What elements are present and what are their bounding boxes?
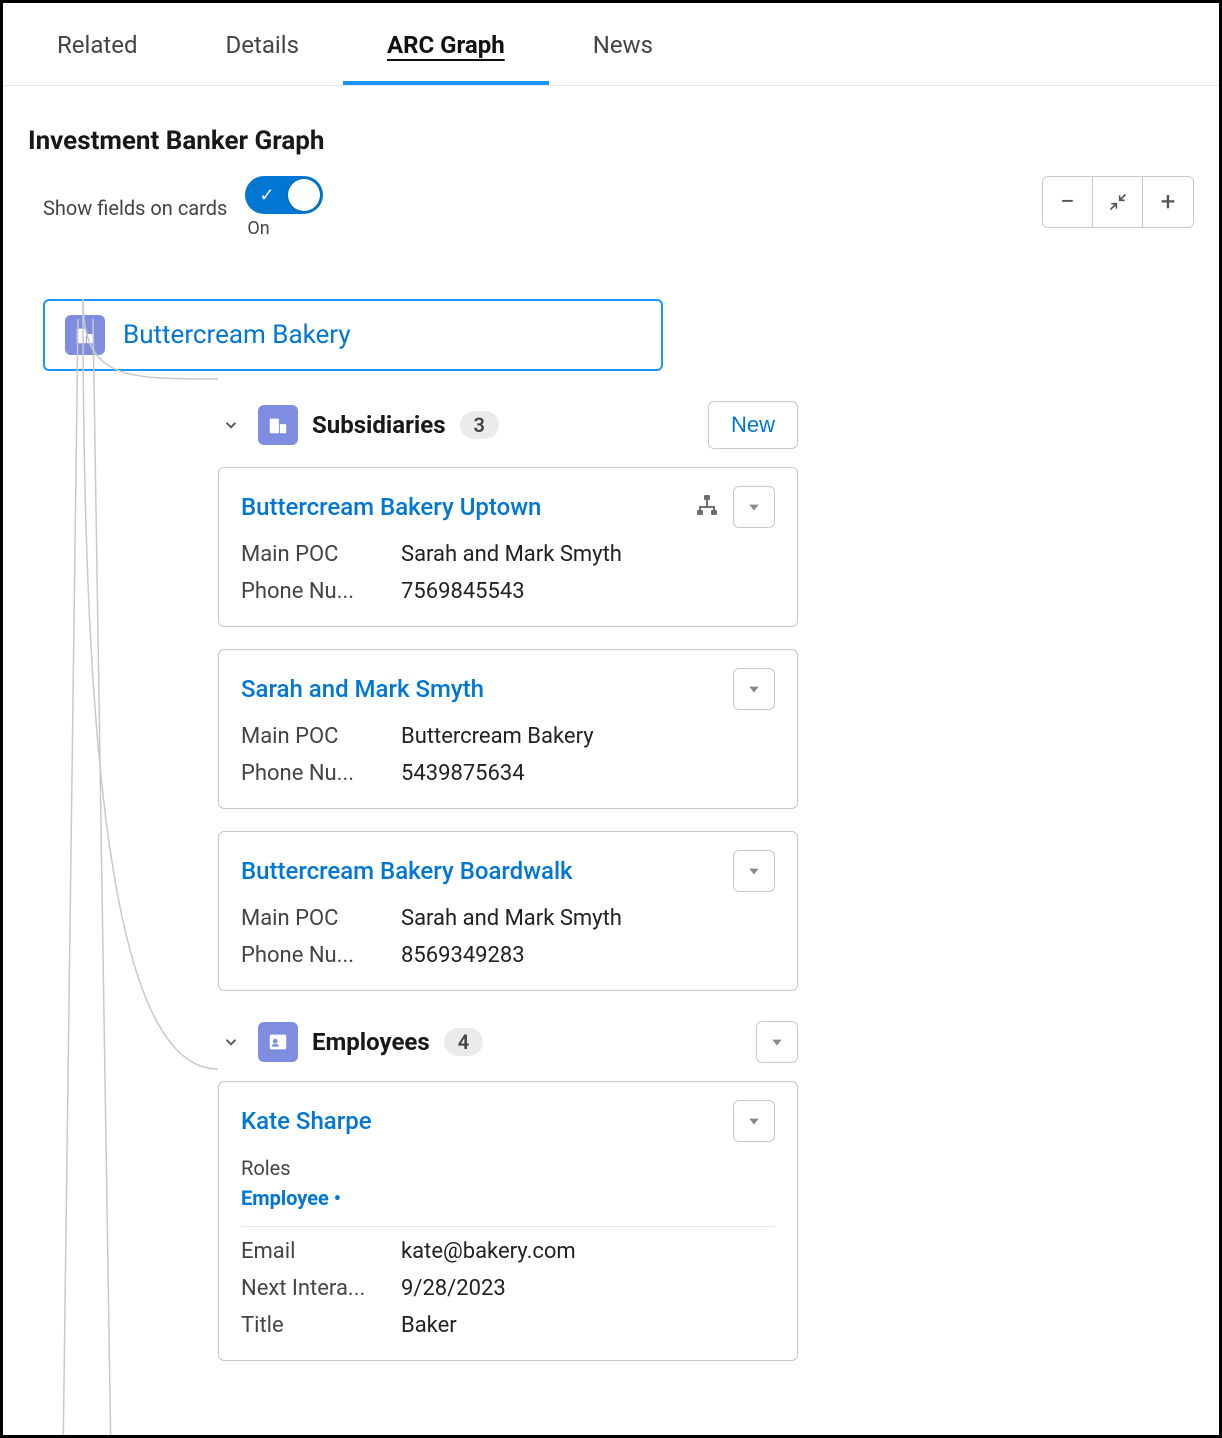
field-value: kate@bakery.com: [401, 1239, 775, 1264]
field-value: Sarah and Mark Smyth: [401, 906, 775, 931]
field-label: Main POC: [241, 724, 401, 749]
field-label: Next Intera...: [241, 1276, 401, 1301]
tab-arc-graph[interactable]: ARC Graph: [343, 3, 549, 85]
employees-count: 4: [444, 1028, 483, 1056]
field-value: 8569349283: [401, 943, 775, 968]
zoom-in-button[interactable]: +: [1143, 177, 1193, 227]
field-label: Main POC: [241, 906, 401, 931]
chevron-down-icon[interactable]: [218, 412, 244, 438]
card-title-link[interactable]: Sarah and Mark Smyth: [241, 675, 484, 703]
new-subsidiary-button[interactable]: New: [708, 401, 798, 449]
card-menu-button[interactable]: [733, 486, 775, 528]
field-value: Baker: [401, 1313, 775, 1338]
employees-label: Employees: [312, 1028, 430, 1056]
card-title-link[interactable]: Buttercream Bakery Boardwalk: [241, 857, 573, 885]
field-value: Sarah and Mark Smyth: [401, 542, 775, 567]
check-icon: ✓: [259, 185, 274, 206]
toggle-knob: [288, 179, 320, 211]
zoom-out-button[interactable]: −: [1043, 177, 1093, 227]
subsidiaries-group: Subsidiaries 3 New Buttercream Bakery Up…: [218, 401, 1194, 991]
tabs: Related Details ARC Graph News: [3, 3, 1219, 86]
field-label: Phone Nu...: [241, 761, 401, 786]
field-label: Title: [241, 1313, 401, 1338]
compress-icon: [1108, 192, 1128, 212]
chevron-down-icon[interactable]: [218, 1029, 244, 1055]
show-fields-toggle[interactable]: ✓: [245, 176, 323, 214]
field-value: 5439875634: [401, 761, 775, 786]
hierarchy-icon[interactable]: [695, 493, 719, 521]
account-icon: [65, 315, 105, 355]
card-title-link[interactable]: Buttercream Bakery Uptown: [241, 493, 541, 521]
contact-icon: [258, 1022, 298, 1062]
employees-group: Employees 4 Kate Sharpe Roles Employee •…: [218, 1021, 1194, 1361]
roles-value[interactable]: Employee •: [241, 1186, 775, 1210]
field-value: 9/28/2023: [401, 1276, 775, 1301]
divider: [241, 1226, 775, 1227]
card-menu-button[interactable]: [733, 668, 775, 710]
field-label: Email: [241, 1239, 401, 1264]
field-value: Buttercream Bakery: [401, 724, 775, 749]
tab-news[interactable]: News: [549, 3, 697, 85]
field-label: Main POC: [241, 542, 401, 567]
employees-menu-button[interactable]: [756, 1021, 798, 1063]
card-menu-button[interactable]: [733, 850, 775, 892]
page-title: Investment Banker Graph: [3, 86, 1219, 176]
card-title-link[interactable]: Kate Sharpe: [241, 1107, 372, 1135]
tab-details[interactable]: Details: [182, 3, 343, 85]
root-node-card[interactable]: Buttercream Bakery: [43, 299, 663, 371]
card-menu-button[interactable]: [733, 1100, 775, 1142]
roles-label: Roles: [241, 1156, 775, 1180]
subsidiaries-count: 3: [460, 411, 499, 439]
account-icon: [258, 405, 298, 445]
field-value: 7569845543: [401, 579, 775, 604]
employee-card: Kate Sharpe Roles Employee • Emailkate@b…: [218, 1081, 798, 1361]
zoom-controls: − +: [1042, 176, 1194, 228]
field-label: Phone Nu...: [241, 943, 401, 968]
root-node-title[interactable]: Buttercream Bakery: [123, 320, 351, 350]
subsidiary-card: Buttercream Bakery Uptown Main POCSarah …: [218, 467, 798, 627]
subsidiaries-label: Subsidiaries: [312, 411, 446, 439]
subsidiary-card: Sarah and Mark Smyth Main POCButtercream…: [218, 649, 798, 809]
tab-related[interactable]: Related: [13, 3, 182, 85]
subsidiary-card: Buttercream Bakery Boardwalk Main POCSar…: [218, 831, 798, 991]
toggle-label: Show fields on cards: [43, 196, 227, 220]
toggle-state: On: [247, 218, 323, 239]
field-label: Phone Nu...: [241, 579, 401, 604]
fit-button[interactable]: [1093, 177, 1143, 227]
